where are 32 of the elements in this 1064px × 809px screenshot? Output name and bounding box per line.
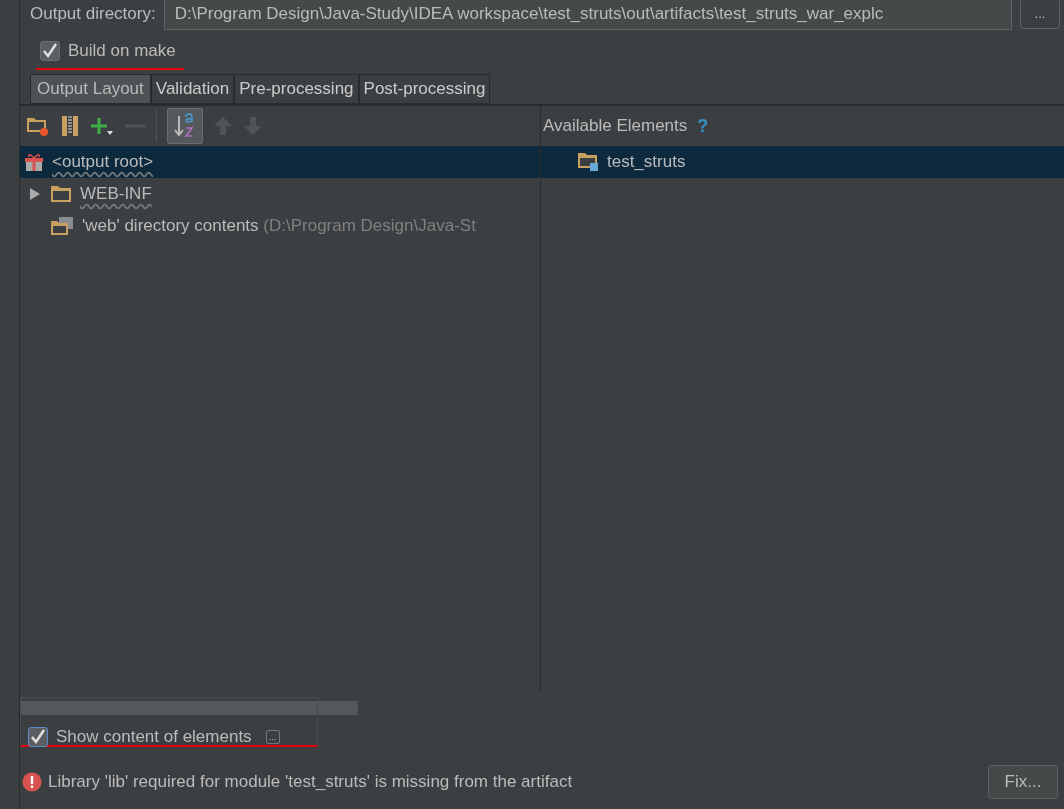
archive-icon[interactable]	[60, 115, 80, 137]
tab[interactable]: Output Layout	[30, 74, 151, 104]
tab[interactable]: Pre-processing	[234, 74, 359, 104]
tree-row[interactable]: WEB-INF	[20, 178, 540, 210]
more-button[interactable]: ...	[265, 729, 280, 744]
checkbox[interactable]	[40, 41, 60, 61]
checkbox-label[interactable]: Build on make	[68, 38, 176, 64]
browse-button[interactable]: ...	[1020, 0, 1060, 29]
field-label: Output directory:	[30, 3, 156, 26]
expand-arrow-icon[interactable]	[28, 187, 42, 201]
checkbox[interactable]	[28, 726, 48, 747]
horizontal-scrollbar[interactable]	[20, 701, 358, 715]
error-message: Library 'lib' required for module 'test_struts' is missing from the artifact	[48, 771, 574, 794]
panel-title: Available Elements	[543, 115, 688, 138]
error-icon	[22, 772, 42, 792]
module-folder-icon	[577, 152, 599, 172]
folders-icon	[50, 216, 74, 236]
tree-row[interactable]: 'web' directory contents (D:\Program Design\Java-St	[20, 210, 540, 242]
toolbar-separator	[156, 111, 157, 141]
help-icon[interactable]: ?	[697, 112, 709, 140]
tree-row[interactable]: <output root>	[20, 146, 540, 178]
new-folder-icon[interactable]	[26, 115, 50, 137]
tree-row[interactable]: test_struts	[541, 146, 1064, 178]
sort-icon[interactable]	[167, 108, 203, 144]
tab[interactable]: Validation	[150, 74, 235, 104]
fix-button[interactable]: Fix...	[988, 765, 1058, 799]
add-icon[interactable]	[90, 115, 114, 137]
output-directory-field[interactable]: D:\Program Design\Java-Study\IDEA workspace\test_struts\out\artifacts\test_struts_war_explc	[163, 0, 1012, 30]
folder-icon	[50, 185, 72, 203]
gift-icon	[24, 152, 44, 172]
checkbox-label[interactable]: Show content of elements	[56, 724, 252, 750]
tab[interactable]: Post-processing	[358, 74, 491, 104]
